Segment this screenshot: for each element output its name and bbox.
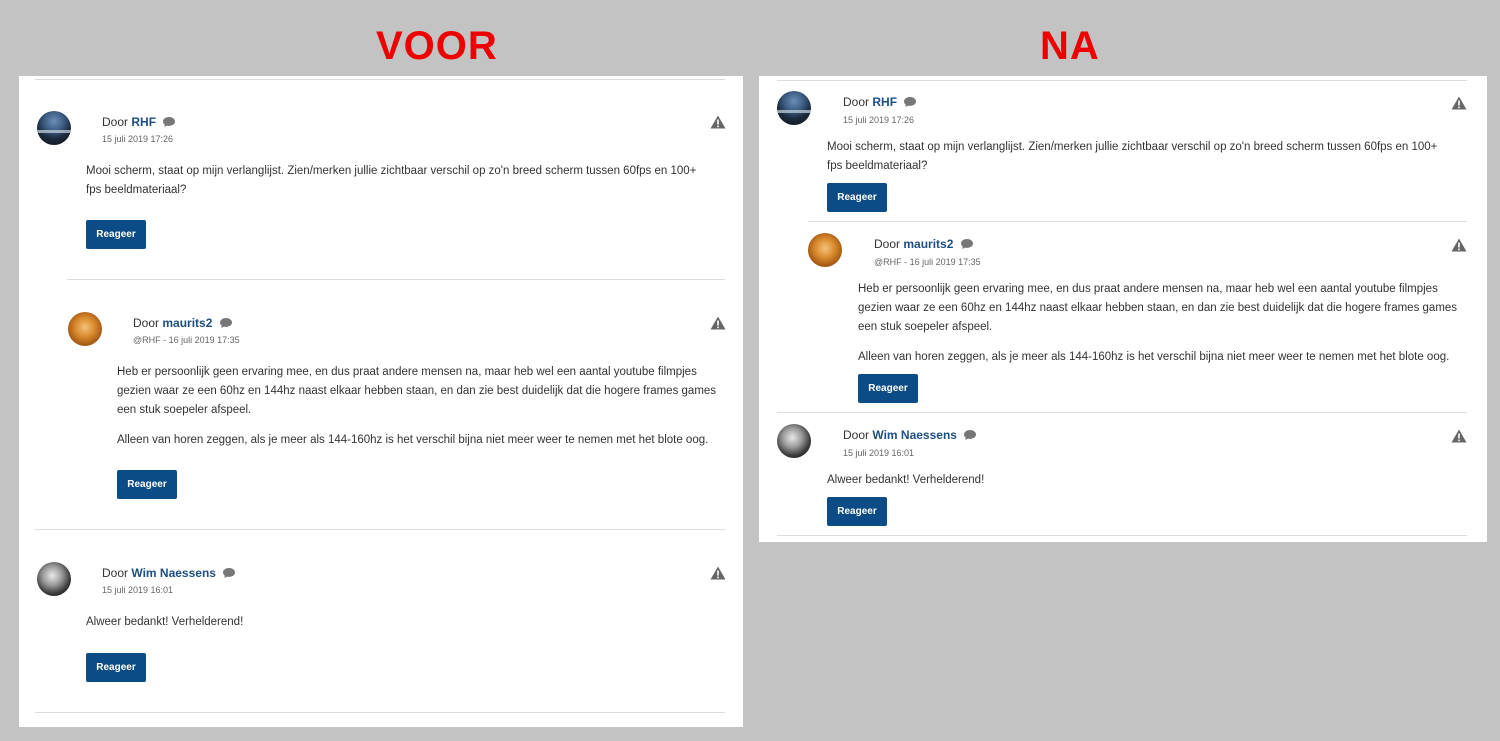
- after-comments-panel: Door RHF 15 juli 2019 17:26 Mooi scherm,…: [759, 76, 1487, 542]
- voor-label: VOOR: [376, 24, 498, 68]
- comment-date: 15 juli 2019 17:26: [843, 115, 915, 125]
- divider: [35, 79, 725, 80]
- comment-byline: Door RHF: [102, 115, 176, 129]
- warning-triangle-icon[interactable]: [710, 566, 726, 580]
- comment-date: @RHF - 16 juli 2019 17:35: [133, 335, 240, 345]
- warning-triangle-icon[interactable]: [1451, 238, 1467, 252]
- warning-triangle-icon[interactable]: [1451, 96, 1467, 110]
- comment-text: Heb er persoonlijk geen ervaring mee, en…: [858, 283, 1458, 333]
- comment-date: 15 juli 2019 16:01: [843, 448, 915, 458]
- author-link[interactable]: maurits2: [903, 237, 953, 251]
- reply-button[interactable]: Reageer: [86, 220, 146, 249]
- by-prefix: Door: [102, 115, 129, 129]
- before-comments-panel: Door RHF 15 juli 2019 17:26 Mooi scherm,…: [19, 76, 743, 727]
- comment-text: Alweer bedankt! Verhelderend!: [827, 474, 985, 486]
- comment-byline: Door maurits2: [133, 316, 233, 330]
- avatar[interactable]: [37, 111, 71, 145]
- by-prefix: Door: [102, 566, 129, 580]
- avatar[interactable]: [777, 424, 811, 458]
- speech-bubble-icon[interactable]: [960, 238, 974, 250]
- divider: [777, 412, 1467, 413]
- author-link[interactable]: Wim Naessens: [131, 566, 216, 580]
- comment-text: Alleen van horen zeggen, als je meer als…: [117, 434, 709, 446]
- reply-button[interactable]: Reageer: [827, 497, 887, 526]
- by-prefix: Door: [843, 95, 870, 109]
- by-prefix: Door: [874, 237, 901, 251]
- divider: [777, 535, 1467, 536]
- speech-bubble-icon[interactable]: [162, 116, 176, 128]
- warning-triangle-icon[interactable]: [710, 316, 726, 330]
- divider: [808, 221, 1467, 222]
- warning-triangle-icon[interactable]: [1451, 429, 1467, 443]
- comment-date: 15 juli 2019 16:01: [102, 585, 174, 595]
- author-link[interactable]: RHF: [872, 95, 897, 109]
- comment-text: Mooi scherm, staat op mijn verlanglijst.…: [86, 165, 697, 196]
- by-prefix: Door: [843, 428, 870, 442]
- comment-date: @RHF - 16 juli 2019 17:35: [874, 257, 981, 267]
- warning-triangle-icon[interactable]: [710, 115, 726, 129]
- comment-date: 15 juli 2019 17:26: [102, 134, 174, 144]
- divider: [67, 279, 725, 280]
- divider: [777, 80, 1467, 81]
- avatar[interactable]: [808, 233, 842, 267]
- comment-byline: Door Wim Naessens: [102, 566, 236, 580]
- author-link[interactable]: RHF: [131, 115, 156, 129]
- avatar[interactable]: [68, 312, 102, 346]
- comment-text: Heb er persoonlijk geen ervaring mee, en…: [117, 366, 717, 416]
- author-link[interactable]: maurits2: [162, 316, 212, 330]
- comment-byline: Door maurits2: [874, 237, 974, 251]
- na-label: NA: [1040, 24, 1100, 68]
- reply-button[interactable]: Reageer: [827, 183, 887, 212]
- speech-bubble-icon[interactable]: [219, 317, 233, 329]
- reply-button[interactable]: Reageer: [117, 470, 177, 499]
- speech-bubble-icon[interactable]: [963, 429, 977, 441]
- comment-byline: Door RHF: [843, 95, 917, 109]
- divider: [35, 712, 725, 713]
- comment-text: Mooi scherm, staat op mijn verlanglijst.…: [827, 141, 1438, 172]
- comment-text: Alleen van horen zeggen, als je meer als…: [858, 351, 1450, 363]
- avatar[interactable]: [777, 91, 811, 125]
- divider: [35, 529, 725, 530]
- reply-button[interactable]: Reageer: [858, 374, 918, 403]
- avatar[interactable]: [37, 562, 71, 596]
- author-link[interactable]: Wim Naessens: [872, 428, 957, 442]
- comment-byline: Door Wim Naessens: [843, 428, 977, 442]
- reply-button[interactable]: Reageer: [86, 653, 146, 682]
- comment-text: Alweer bedankt! Verhelderend!: [86, 616, 244, 628]
- speech-bubble-icon[interactable]: [222, 567, 236, 579]
- speech-bubble-icon[interactable]: [903, 96, 917, 108]
- by-prefix: Door: [133, 316, 160, 330]
